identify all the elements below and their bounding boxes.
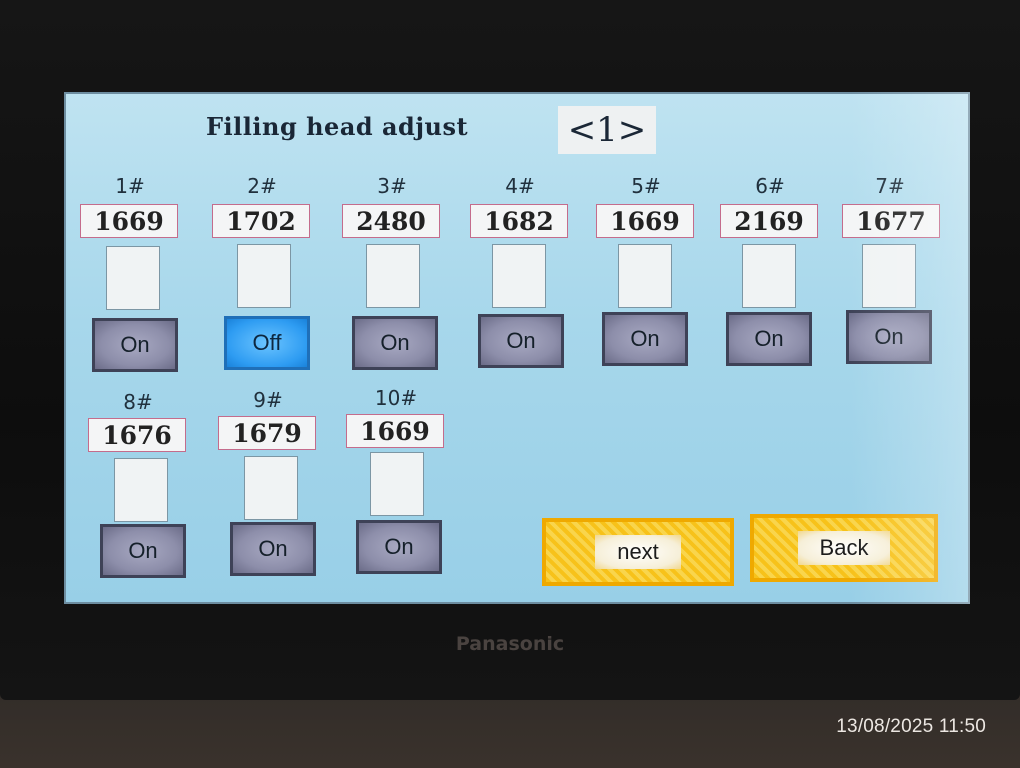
- head-label-10: 10#: [374, 386, 418, 410]
- photo-timestamp: 13/08/2025 11:50: [836, 716, 986, 737]
- page-title: Filling head adjust: [206, 112, 469, 141]
- head-toggle-6[interactable]: On: [726, 312, 812, 366]
- back-button[interactable]: Back: [750, 514, 938, 582]
- head-toggle-3[interactable]: On: [352, 316, 438, 370]
- head-label-7: 7#: [875, 174, 905, 198]
- head-indicator-7: [862, 244, 916, 308]
- head-indicator-9: [244, 456, 298, 520]
- head-value-10[interactable]: 1669: [346, 414, 444, 448]
- head-value-3[interactable]: 2480: [342, 204, 440, 238]
- hmi-screen: Filling head adjust <1> 1# 1669 On 2# 17…: [64, 92, 970, 604]
- head-indicator-10: [370, 452, 424, 516]
- head-value-9[interactable]: 1679: [218, 416, 316, 450]
- head-toggle-9[interactable]: On: [230, 522, 316, 576]
- head-label-6: 6#: [755, 174, 785, 198]
- head-value-6[interactable]: 2169: [720, 204, 818, 238]
- head-toggle-1[interactable]: On: [92, 318, 178, 372]
- head-indicator-8: [114, 458, 168, 522]
- head-value-7[interactable]: 1677: [842, 204, 940, 238]
- next-button-label: next: [595, 535, 681, 569]
- head-toggle-10[interactable]: On: [356, 520, 442, 574]
- head-indicator-2: [237, 244, 291, 308]
- head-indicator-1: [106, 246, 160, 310]
- head-toggle-5[interactable]: On: [602, 312, 688, 366]
- head-label-8: 8#: [123, 390, 153, 414]
- head-indicator-5: [618, 244, 672, 308]
- brand-logo: Panasonic: [455, 633, 565, 655]
- head-value-2[interactable]: 1702: [212, 204, 310, 238]
- head-toggle-7[interactable]: On: [846, 310, 932, 364]
- head-toggle-2[interactable]: Off: [224, 316, 310, 370]
- head-value-5[interactable]: 1669: [596, 204, 694, 238]
- next-button[interactable]: next: [542, 518, 734, 586]
- head-indicator-3: [366, 244, 420, 308]
- head-label-1: 1#: [115, 174, 145, 198]
- head-toggle-4[interactable]: On: [478, 314, 564, 368]
- head-indicator-4: [492, 244, 546, 308]
- head-value-8[interactable]: 1676: [88, 418, 186, 452]
- head-label-2: 2#: [247, 174, 277, 198]
- head-label-3: 3#: [377, 174, 407, 198]
- back-button-label: Back: [797, 531, 891, 565]
- page-indicator[interactable]: <1>: [558, 106, 656, 154]
- head-indicator-6: [742, 244, 796, 308]
- head-value-4[interactable]: 1682: [470, 204, 568, 238]
- head-value-1[interactable]: 1669: [80, 204, 178, 238]
- head-label-9: 9#: [253, 388, 283, 412]
- head-toggle-8[interactable]: On: [100, 524, 186, 578]
- head-label-4: 4#: [505, 174, 535, 198]
- head-label-5: 5#: [631, 174, 661, 198]
